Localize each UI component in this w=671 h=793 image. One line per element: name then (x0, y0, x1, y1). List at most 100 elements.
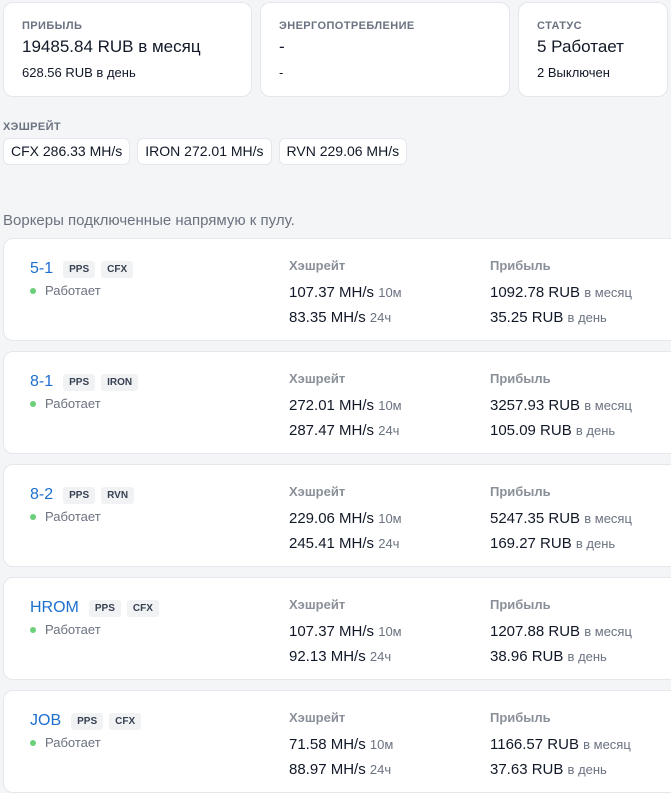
status-working: 5 Работает (537, 37, 624, 56)
worker-status-text: Работает (45, 622, 101, 637)
hashrate-24h: 88.97 MH/s 24ч (289, 761, 391, 778)
profit-month-value: 3257.93 RUB (490, 397, 581, 414)
profit-column-label: Прибыль (490, 710, 551, 725)
worker-tag: PPS (88, 599, 121, 617)
worker-status: Работает (30, 735, 101, 750)
profit-month: 1092.78 RUB в месяц (490, 284, 632, 301)
worker-tag: CFX (109, 712, 142, 730)
profit-month-value: 1092.78 RUB (490, 284, 581, 301)
hashrate-column-label: Хэшрейт (289, 371, 346, 386)
profit-month: 3257.93 RUB в месяц (490, 397, 632, 414)
hashrate-24h-value: 245.41 MH/s (289, 535, 375, 552)
workers-heading: Воркеры подключенные напрямую к пулу. (3, 212, 295, 229)
hashrate-24h-unit: 24ч (378, 423, 400, 438)
worker-tag: CFX (101, 260, 134, 278)
power-main: - (279, 37, 285, 56)
profit-month-value: 1166.57 RUB (490, 736, 579, 753)
worker-status-text: Работает (45, 509, 101, 524)
profit-day: 38.96 RUB в день (490, 648, 607, 665)
worker-name-link[interactable]: 8-1 (30, 373, 53, 391)
profit-month-value: 5247.35 RUB (490, 510, 581, 527)
worker-status: Работает (30, 283, 101, 298)
hashrate-24h-unit: 24ч (369, 310, 392, 325)
hashrate-24h: 245.41 MH/s 24ч (289, 535, 399, 552)
status-dot-icon (30, 287, 36, 294)
profit-day: 105.09 RUB в день (490, 422, 615, 439)
hashrate-chip: IRON 272.01 MH/s (137, 138, 272, 165)
profit-label: ПРИБЫЛЬ (22, 20, 83, 32)
profit-month-unit: в месяц (584, 398, 632, 413)
status-off: 2 Выключен (537, 65, 610, 80)
hashrate-column-label: Хэшрейт (289, 258, 346, 273)
profit-month: 1207.88 RUB в месяц (490, 623, 632, 640)
status-dot-icon (30, 400, 36, 407)
power-label: ЭНЕРГОПОТРЕБЛЕНИЕ (279, 20, 415, 32)
profit-column-label: Прибыль (490, 484, 551, 499)
profit-day-unit: в день (567, 762, 607, 777)
hashrate-column-label: Хэшрейт (289, 484, 346, 499)
profit-day-unit: в день (567, 649, 607, 664)
profit-day-value: 37.63 RUB (490, 761, 564, 778)
worker-tag: CFX (126, 599, 159, 617)
profit-day: 169.27 RUB в день (490, 535, 615, 552)
power-card: ЭНЕРГОПОТРЕБЛЕНИЕ - - (260, 2, 510, 97)
hashrate-10m: 229.06 MH/s 10м (289, 510, 402, 527)
hashrate-10m-unit: 10м (378, 511, 402, 526)
hashrate-10m-unit: 10м (378, 398, 402, 413)
hashrate-chips: CFX 286.33 MH/s IRON 272.01 MH/s RVN 229… (3, 138, 408, 165)
profit-day: 35.25 RUB в день (490, 309, 607, 326)
profit-month-unit: в месяц (584, 624, 632, 639)
hashrate-10m-value: 107.37 MH/s (289, 284, 375, 301)
worker-tag: PPS (71, 712, 104, 730)
hashrate-24h-value: 287.47 MH/s (289, 422, 375, 439)
profit-day-unit: в день (575, 423, 616, 438)
worker-tag: PPS (63, 260, 96, 278)
hashrate-24h-value: 92.13 MH/s (289, 648, 366, 665)
worker-name-link[interactable]: HROM (30, 599, 79, 617)
hashrate-10m: 107.37 MH/s 10м (289, 284, 402, 301)
hashrate-10m-value: 71.58 MH/s (289, 736, 366, 753)
hashrate-10m: 107.37 MH/s 10м (289, 623, 402, 640)
worker-status: Работает (30, 396, 101, 411)
worker-card: HROM PPS CFX Работает Хэшрейт 107.37 MH/… (3, 577, 671, 680)
profit-day: 37.63 RUB в день (490, 761, 607, 778)
profit-day-unit: в день (575, 536, 616, 551)
status-dot-icon (30, 626, 36, 633)
worker-name-link[interactable]: 5-1 (30, 260, 53, 278)
profit-day-value: 169.27 RUB (490, 535, 572, 552)
profit-day-value: 35.25 RUB (490, 309, 564, 326)
hashrate-24h-value: 88.97 MH/s (289, 761, 366, 778)
worker-card: 8-2 PPS RVN Работает Хэшрейт 229.06 MH/s… (3, 464, 671, 567)
profit-column-label: Прибыль (490, 371, 551, 386)
profit-day-value: 105.09 RUB (490, 422, 572, 439)
status-label: СТАТУС (537, 20, 582, 32)
hashrate-24h: 83.35 MH/s 24ч (289, 309, 391, 326)
profit-column-label: Прибыль (490, 597, 551, 612)
hashrate-chip: CFX 286.33 MH/s (3, 138, 131, 165)
hashrate-24h: 92.13 MH/s 24ч (289, 648, 391, 665)
worker-name-link[interactable]: JOB (30, 712, 61, 730)
worker-status-text: Работает (45, 283, 101, 298)
hashrate-label: ХЭШРЕЙТ (3, 121, 62, 133)
profit-monthly: 19485.84 RUB в месяц (22, 37, 201, 56)
worker-name-link[interactable]: 8-2 (30, 486, 53, 504)
profit-column-label: Прибыль (490, 258, 551, 273)
hashrate-10m-value: 229.06 MH/s (289, 510, 375, 527)
worker-tag: PPS (63, 373, 96, 391)
profit-month-value: 1207.88 RUB (490, 623, 581, 640)
worker-tag: RVN (101, 486, 135, 504)
profit-month: 1166.57 RUB в месяц (490, 736, 631, 753)
power-sub: - (279, 65, 284, 80)
worker-status-text: Работает (45, 735, 101, 750)
worker-status-text: Работает (45, 396, 101, 411)
worker-card: 8-1 PPS IRON Работает Хэшрейт 272.01 MH/… (3, 351, 671, 454)
profit-month-unit: в месяц (583, 737, 631, 752)
hashrate-10m-unit: 10м (378, 285, 402, 300)
hashrate-10m: 71.58 MH/s 10м (289, 736, 393, 753)
hashrate-24h-unit: 24ч (378, 536, 400, 551)
worker-card: 5-1 PPS CFX Работает Хэшрейт 107.37 MH/s… (3, 238, 671, 341)
hashrate-column-label: Хэшрейт (289, 597, 346, 612)
worker-status: Работает (30, 622, 101, 637)
status-card: СТАТУС 5 Работает 2 Выключен (518, 2, 668, 97)
profit-card: ПРИБЫЛЬ 19485.84 RUB в месяц 628.56 RUB … (3, 2, 252, 97)
